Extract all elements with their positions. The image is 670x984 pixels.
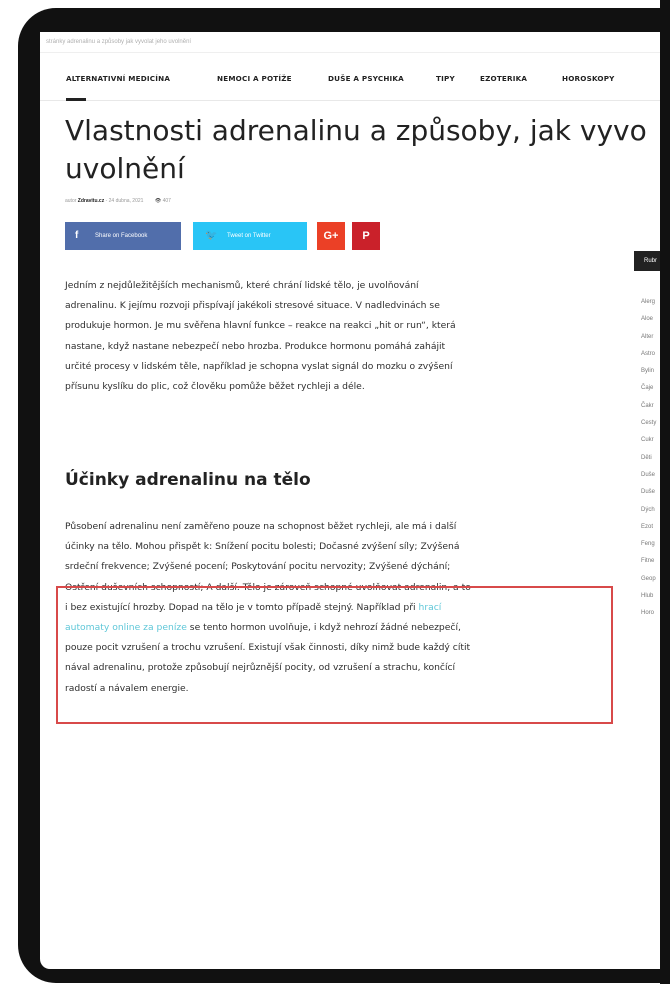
paragraph-line: účinky na tělo. Mohou přispět k: Snížení… [65, 541, 460, 553]
sidebar-item[interactable]: Hlub [641, 588, 656, 605]
share-facebook-label: Share on Facebook [95, 233, 148, 239]
paragraph-line: Jedním z nejdůležitějších mechanismů, kt… [65, 280, 419, 291]
nav-item-nemoci-a-potize[interactable]: NEMOCI A POTÍŽE [217, 74, 292, 83]
paragraph-line: nastane, když nastane nebezpečí nebo hro… [65, 340, 446, 352]
sidebar-item[interactable]: Bylin [641, 363, 656, 380]
browser-screen: stránky adrenalinu a způsoby jak vyvolat… [40, 32, 670, 969]
sidebar-item[interactable]: Děti [641, 450, 656, 467]
tablet-frame-edge [660, 0, 670, 984]
share-gplus-button[interactable]: G+ [317, 222, 345, 250]
view-count: 407 [162, 198, 171, 204]
sidebar-item[interactable]: Fitne [641, 553, 656, 570]
sidebar-item[interactable]: Duše [641, 467, 656, 484]
share-pinterest-button[interactable]: P [352, 222, 380, 250]
sidebar-category-list: Alerg Aloe Alter Astro Bylin Čaje Čakr C… [641, 294, 656, 623]
sidebar-item[interactable]: Horo [641, 605, 656, 622]
address-bar[interactable]: stránky adrenalinu a způsoby jak vyvolat… [40, 32, 670, 53]
paragraph-line: určité procesy v lidském těle, například… [65, 360, 453, 372]
sidebar-item[interactable]: Alerg [641, 294, 656, 311]
nav-item-horoskopy[interactable]: HOROSKOPY [562, 74, 615, 83]
sidebar-item[interactable]: Astro [641, 346, 656, 363]
nav-item-ezoterika[interactable]: EZOTERIKA [480, 74, 527, 83]
paragraph-line: adrenalinu. K jejímu rozvoji přispívají … [65, 300, 440, 312]
sidebar-item[interactable]: Čaje [641, 380, 656, 397]
article-title-line-1: Vlastnosti adrenalinu a způsoby, jak vyv… [65, 114, 647, 147]
article-title-line-2: uvolnění [65, 152, 185, 185]
active-nav-indicator [66, 98, 86, 101]
article-paragraph-1: Jedním z nejdůležitějších mechanismů, kt… [65, 276, 610, 397]
sidebar-item[interactable]: Dých [641, 502, 656, 519]
sidebar-item[interactable]: Čakr [641, 398, 656, 415]
section-heading: Účinky adrenalinu na tělo [65, 470, 311, 490]
highlight-box [56, 586, 613, 724]
sidebar-item[interactable]: Aloe [641, 311, 656, 328]
nav-item-tipy[interactable]: TIPY [436, 74, 455, 83]
sidebar-item[interactable]: Ezot [641, 519, 656, 536]
article-meta: autor Zdravitu.cz - 24 dubna, 2021 👁 407 [65, 198, 171, 204]
paragraph-line: srdeční frekvence; Zvýšené pocení; Posky… [65, 561, 451, 573]
paragraph-line: produkuje hormon. Je mu svěřena hlavní f… [65, 320, 456, 332]
publish-date: 24 dubna, 2021 [108, 198, 144, 204]
sidebar-item[interactable]: Duše [641, 484, 656, 501]
article-title: Vlastnosti adrenalinu a způsoby, jak vyv… [65, 112, 670, 188]
nav-item-alternativni-medicina[interactable]: ALTERNATIVNÍ MEDICÍNA [66, 74, 170, 83]
facebook-icon: f [75, 230, 79, 241]
paragraph-line: Působení adrenalinu není zaměřeno pouze … [65, 521, 457, 532]
twitter-icon: 🐦 [205, 230, 218, 241]
share-facebook-button[interactable]: f Share on Facebook [65, 222, 181, 250]
share-twitter-button[interactable]: 🐦 Tweet on Twitter [193, 222, 307, 250]
sidebar-item[interactable]: Alter [641, 329, 656, 346]
share-twitter-label: Tweet on Twitter [227, 233, 271, 239]
nav-item-duse-a-psychika[interactable]: DUŠE A PSYCHIKA [328, 74, 404, 83]
sidebar-item[interactable]: Geop [641, 571, 656, 588]
main-navigation: ALTERNATIVNÍ MEDICÍNA NEMOCI A POTÍŽE DU… [40, 60, 670, 101]
sidebar-item[interactable]: Cesty [641, 415, 656, 432]
author-prefix: autor [65, 198, 77, 204]
author-link[interactable]: Zdravitu.cz [78, 198, 104, 204]
sidebar-item[interactable]: Cukr [641, 432, 656, 449]
eye-icon: 👁 [154, 198, 162, 204]
sidebar-item[interactable]: Feng [641, 536, 656, 553]
paragraph-line: přísunu kyslíku do plic, což člověku pom… [65, 381, 365, 393]
